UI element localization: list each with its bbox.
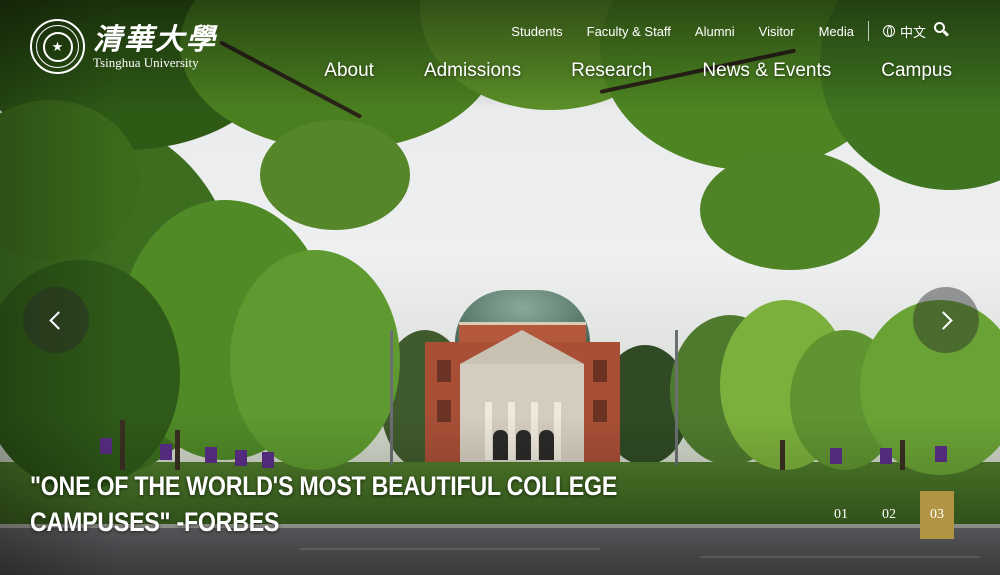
globe-icon: [882, 25, 895, 37]
carousel-prev-button[interactable]: [23, 287, 89, 353]
language-label: 中文: [899, 24, 926, 40]
pager-slide-03[interactable]: 03: [920, 491, 954, 539]
carousel-next-button[interactable]: [913, 287, 979, 353]
utility-link-visitor[interactable]: Visitor: [759, 24, 795, 39]
nav-news-events[interactable]: News & Events: [702, 60, 831, 82]
utility-link-faculty-staff[interactable]: Faculty & Staff: [587, 24, 671, 39]
nav-campus[interactable]: Campus: [881, 60, 952, 82]
university-logo[interactable]: ★ 清華大學 Tsinghua University: [30, 19, 217, 74]
chevron-right-icon: [934, 310, 953, 330]
utility-divider: [867, 21, 869, 41]
language-switch[interactable]: 中文: [882, 22, 926, 41]
pager-slide-02[interactable]: 02: [872, 491, 906, 539]
utility-link-alumni[interactable]: Alumni: [695, 24, 735, 39]
search-icon[interactable]: [934, 22, 950, 37]
nav-about[interactable]: About: [324, 60, 374, 82]
carousel-pager: 01 02 03: [810, 491, 954, 539]
university-seal-icon: ★: [30, 19, 85, 74]
utility-link-students[interactable]: Students: [511, 24, 562, 39]
hero-caption: "ONE OF THE WORLD'S MOST BEAUTIFUL COLLE…: [30, 468, 618, 540]
logo-chinese-name: 清華大學: [93, 22, 218, 56]
logo-english-name: Tsinghua University: [93, 55, 199, 70]
main-nav: About Admissions Research News & Events …: [274, 60, 952, 82]
pager-slide-01[interactable]: 01: [824, 491, 858, 539]
hero-caption-line-1: "ONE OF THE WORLD'S MOST BEAUTIFUL COLLE…: [30, 471, 618, 501]
chevron-left-icon: [49, 310, 68, 330]
nav-admissions[interactable]: Admissions: [424, 60, 521, 82]
nav-research[interactable]: Research: [571, 60, 652, 82]
hero-caption-line-2: CAMPUSES" -FORBES: [30, 507, 280, 537]
utility-link-media[interactable]: Media: [819, 24, 854, 39]
utility-nav: Students Faculty & Staff Alumni Visitor …: [487, 21, 926, 41]
